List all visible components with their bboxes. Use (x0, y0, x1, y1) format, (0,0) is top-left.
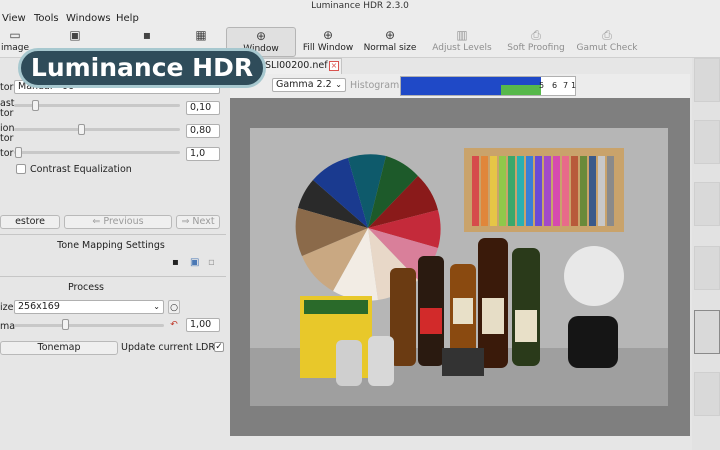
divider (0, 234, 226, 235)
close-tab-icon[interactable]: × (329, 61, 339, 71)
luminance-hdr-overlay: Luminance HDR (18, 48, 266, 88)
thumbnail[interactable] (694, 182, 720, 226)
next-label: Next (192, 216, 215, 227)
levels-icon: ▥ (456, 28, 468, 42)
previous-label: Previous (103, 216, 144, 227)
contrast-equalization-checkbox[interactable] (16, 164, 26, 174)
contrast-slider-handle[interactable] (32, 100, 39, 111)
next-button[interactable]: ⇒ Next (176, 215, 220, 229)
floppy-icon: ▣ (69, 28, 81, 42)
tone-mapping-settings-title: Tone Mapping Settings (57, 240, 165, 251)
gamma-slider-handle[interactable] (62, 319, 69, 330)
detail-field[interactable]: 1,0 (186, 147, 220, 161)
divider (0, 276, 226, 277)
menu-windows[interactable]: Windows (66, 12, 111, 26)
fabric-fan-graphic (295, 148, 624, 386)
gamma-select-value: Gamma 2.2 (276, 79, 332, 90)
detail-slider[interactable] (14, 151, 180, 154)
load-settings-icon[interactable]: ▣ (190, 258, 200, 268)
soft-proofing-label: Soft Proofing (507, 43, 565, 53)
printer-icon: ⎙ (531, 28, 541, 42)
adjust-levels-label: Adjust Levels (432, 43, 492, 53)
thumbnail[interactable] (694, 58, 720, 102)
menu-tools[interactable]: Tools (34, 12, 59, 26)
operator-label: tor (0, 82, 14, 93)
gamut-check-label: Gamut Check (576, 43, 638, 53)
adjust-levels-button[interactable]: ▥ Adjust Levels (428, 27, 496, 57)
restore-button[interactable]: estore (0, 215, 60, 229)
size-info-icon[interactable]: ○ (168, 300, 180, 314)
histogram-tick: 6 (552, 81, 558, 90)
zoom-icon: ⊕ (322, 28, 334, 42)
histogram-green (501, 85, 541, 95)
detail-slider-handle[interactable] (15, 147, 22, 158)
menu-bar: View Tools Windows Help (0, 12, 720, 26)
fill-window-label: Fill Window (302, 43, 354, 53)
delete-settings-icon[interactable]: ▫ (208, 258, 218, 268)
tab-image[interactable]: SLI00200.nef × (262, 58, 342, 74)
reset-gamma-icon[interactable]: ↶ (168, 319, 180, 331)
gamut-check-button[interactable]: ⎙ Gamut Check (574, 27, 640, 57)
hdr-photo (250, 128, 668, 406)
zoom-icon: ⊕ (255, 29, 267, 43)
soft-proofing-button[interactable]: ⎙ Soft Proofing (504, 27, 568, 57)
contrast-label-2: tor (0, 108, 14, 119)
gamma-slider[interactable] (14, 324, 164, 327)
chevron-down-icon: ⌄ (153, 302, 160, 311)
forward-icon: ⇒ (181, 216, 193, 227)
gamma-label: ma (0, 321, 16, 332)
menu-view[interactable]: View (2, 12, 26, 26)
detail-label: tor (0, 148, 14, 159)
image-icon: ▭ (9, 28, 21, 42)
zoom-icon: ⊕ (384, 28, 396, 42)
gamma-field[interactable]: 1,00 (186, 318, 220, 332)
histogram-tick: 7 (563, 81, 569, 90)
tonemap-button[interactable]: Tonemap (0, 341, 118, 355)
histogram-label: Histogram (350, 80, 400, 91)
update-ldr-checkbox[interactable]: ✓ (214, 342, 224, 352)
gamut-icon: ⎙ (602, 28, 612, 42)
normal-size-button[interactable]: ⊕ Normal size (360, 27, 420, 57)
floppy-icon: ▪ (142, 28, 152, 42)
chevron-down-icon: ⌄ (335, 80, 342, 89)
histogram: 5 6 7 1 (400, 76, 576, 96)
fill-window-button[interactable]: ⊕ Fill Window (300, 27, 356, 57)
histogram-tick: 5 (539, 81, 545, 90)
contrast-field[interactable]: 0,10 (186, 101, 220, 115)
thumbnail[interactable] (694, 246, 720, 290)
window-title: Luminance HDR 2.3.0 (0, 0, 720, 12)
histogram-tick: 1 (571, 81, 577, 90)
thumbnail[interactable] (694, 120, 720, 164)
size-select[interactable]: 256x169 ⌄ (14, 300, 164, 314)
size-label: ize (0, 302, 14, 313)
tab-filename: SLI00200.nef (265, 60, 328, 71)
contrast-equalization-label: Contrast Equalization (30, 164, 132, 175)
saturation-slider-handle[interactable] (78, 124, 85, 135)
normal-size-label: Normal size (363, 43, 417, 53)
gamma-select[interactable]: Gamma 2.2 ⌄ (272, 78, 346, 92)
thumbnail-selected[interactable] (694, 310, 720, 354)
menu-help[interactable]: Help (116, 12, 139, 26)
saturation-field[interactable]: 0,80 (186, 124, 220, 138)
left-panel (0, 58, 228, 450)
update-ldr-label: Update current LDR (121, 342, 215, 353)
saturation-slider[interactable] (14, 128, 180, 131)
saturation-label-2: tor (0, 133, 14, 144)
save-settings-icon[interactable]: ▪ (172, 258, 182, 268)
thumbnail[interactable] (694, 372, 720, 416)
process-title: Process (67, 282, 105, 293)
previous-button[interactable]: ⇐ Previous (64, 215, 172, 229)
stack-icon: ▦ (195, 28, 207, 42)
back-icon: ⇐ (92, 216, 104, 227)
size-value: 256x169 (18, 301, 60, 312)
